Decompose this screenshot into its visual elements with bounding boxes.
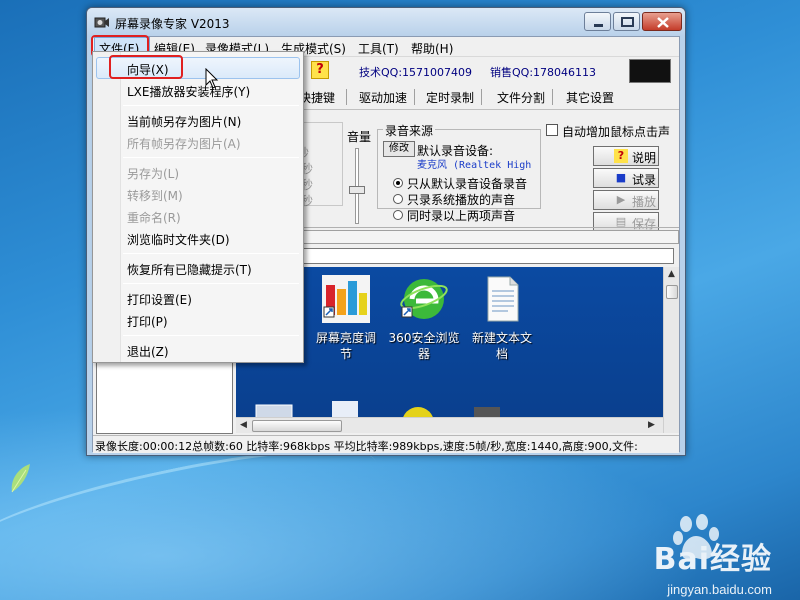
instructions-button-label: 说明: [632, 151, 657, 165]
tab-separator: [346, 89, 347, 105]
desktop-icon-label: 360安全浏览: [388, 331, 460, 345]
menu-tools[interactable]: 工具(T): [358, 40, 399, 57]
mouse-cursor-icon: [205, 68, 219, 89]
play-button[interactable]: ▶ 播放: [593, 190, 659, 210]
desktop-icon-label: 器: [417, 347, 430, 361]
settings-tabs: 快捷键 驱动加速 定时录制 文件分割 其它设置: [289, 85, 679, 109]
wallpaper-leaf-icon: [11, 464, 30, 493]
radio-system-sound[interactable]: [393, 194, 403, 204]
desktop-icon-new-text: 新建文本文 档: [462, 275, 542, 362]
menu-item-print-setup[interactable]: 打印设置(E): [127, 291, 192, 308]
menu-help[interactable]: 帮助(H): [411, 40, 453, 57]
tech-qq: 技术QQ:1571007409: [359, 66, 473, 79]
radio-default-device-label: 只从默认录音设备录音: [407, 177, 528, 191]
desktop-icon-brightness: 屏幕亮度调 节: [306, 275, 386, 362]
menu-separator: [123, 335, 299, 336]
tab-separator: [414, 89, 415, 105]
mouse-click-sound-label: 自动增加鼠标点击声: [562, 125, 671, 139]
volume-slider-thumb[interactable]: [349, 186, 365, 194]
play-button-label: 播放: [632, 195, 657, 209]
vertical-scroll-thumb[interactable]: [666, 285, 678, 299]
tab-scheduled-record[interactable]: 定时录制: [426, 89, 474, 106]
menu-item-exit[interactable]: 退出(Z): [127, 343, 169, 360]
maximize-button[interactable]: [613, 12, 640, 31]
baidu-paw-icon: [673, 514, 719, 560]
mouse-click-sound-checkbox[interactable]: [546, 124, 558, 136]
play-icon: ▶: [616, 193, 626, 206]
radio-both-label: 同时录以上两项声音: [407, 209, 516, 223]
menu-item-save-as[interactable]: 另存为(L): [127, 165, 179, 182]
radio-system-sound-label: 只录系统播放的声音: [407, 193, 516, 207]
question-icon: ?: [614, 149, 628, 163]
audio-source-title: 录音来源: [383, 122, 436, 139]
watermark-url: jingyan.baidu.com: [667, 582, 772, 597]
menu-item-rename[interactable]: 重命名(R): [127, 209, 181, 226]
tab-other-settings[interactable]: 其它设置: [566, 89, 614, 106]
status-bar: 录像长度:00:00:12总帧数:60 比特率:968kbps 平均比特率:98…: [93, 435, 679, 453]
recording-indicator: [629, 59, 671, 83]
tab-hotkeys[interactable]: 快捷键: [299, 89, 335, 106]
menu-item-browse-temp[interactable]: 浏览临时文件夹(D): [127, 231, 230, 248]
scroll-left-icon[interactable]: ◀: [240, 420, 247, 430]
radio-default-device[interactable]: [393, 178, 403, 188]
menu-separator: [123, 253, 299, 254]
change-device-button[interactable]: 修改: [383, 141, 415, 157]
status-text: 录像长度:00:00:12总帧数:60 比特率:968kbps 平均比特率:98…: [95, 440, 638, 453]
help-question-icon[interactable]: ?: [311, 61, 329, 79]
title-bar[interactable]: 屏幕录像专家 V2013: [87, 8, 685, 36]
menu-gutter: [93, 52, 121, 362]
scroll-right-icon[interactable]: ▶: [648, 420, 655, 430]
browser-360-icon: [400, 279, 448, 319]
volume-label: 音量: [347, 130, 372, 144]
desktop-icon-label: 档: [495, 347, 508, 361]
desktop-icon-label: 节: [339, 347, 352, 361]
menu-item-move-to[interactable]: 转移到(M): [127, 187, 183, 204]
sales-qq: 销售QQ:178046113: [490, 66, 597, 79]
tab-separator: [552, 89, 553, 105]
file-dropdown-menu: 向导(X) LXE播放器安装程序(Y) 当前帧另存为图片(N) 所有帧另存为图片…: [92, 51, 304, 363]
preview-vertical-scrollbar[interactable]: ▲: [663, 267, 679, 433]
menu-item-save-all-frames[interactable]: 所有帧另存为图片(A): [127, 135, 241, 152]
tab-separator: [481, 89, 482, 105]
menu-item-print[interactable]: 打印(P): [127, 313, 168, 330]
maximize-icon: [621, 17, 634, 27]
instructions-button[interactable]: ? 说明: [593, 146, 659, 166]
close-button[interactable]: [642, 12, 682, 31]
menu-item-save-frame[interactable]: 当前帧另存为图片(N): [127, 113, 241, 130]
desktop-icon-label: 新建文本文: [471, 331, 532, 345]
close-icon: [657, 17, 669, 28]
window-title: 屏幕录像专家 V2013: [115, 17, 230, 31]
tab-driver-accel[interactable]: 驱动加速: [359, 89, 407, 106]
menu-item-lxe-installer[interactable]: LXE播放器安装程序(Y): [127, 83, 250, 100]
desktop-icon-label: 屏幕亮度调: [315, 331, 376, 345]
path-input[interactable]: [240, 248, 674, 264]
preview-horizontal-scrollbar[interactable]: ◀ ▶: [236, 417, 663, 433]
menu-separator: [123, 283, 299, 284]
desktop-icon-360-browser: 360安全浏览 器: [384, 275, 464, 362]
menu-item-restore-hints[interactable]: 恢复所有已隐藏提示(T): [127, 261, 252, 278]
minimize-button[interactable]: [584, 12, 611, 31]
menu-separator: [123, 157, 299, 158]
menu-separator: [123, 105, 299, 106]
radio-both[interactable]: [393, 210, 403, 220]
brightness-app-icon: [322, 275, 370, 323]
text-document-icon: [487, 276, 519, 322]
wizard-annotation: [109, 55, 183, 79]
camera-app-icon: [94, 17, 109, 28]
horizontal-scroll-thumb[interactable]: [252, 420, 342, 432]
tab-file-split[interactable]: 文件分割: [497, 89, 545, 106]
minimize-icon: [594, 24, 603, 27]
baidu-jingyan-watermark: Bai经验 jingyan.baidu.com: [612, 512, 772, 597]
info-box: [303, 230, 679, 244]
record-icon: ■: [615, 171, 627, 184]
scroll-up-icon[interactable]: ▲: [668, 269, 675, 279]
test-record-button-label: 试录: [632, 173, 657, 187]
default-device-value: 麦克风 (Realtek High: [417, 160, 532, 171]
test-record-button[interactable]: ■ 试录: [593, 168, 659, 188]
